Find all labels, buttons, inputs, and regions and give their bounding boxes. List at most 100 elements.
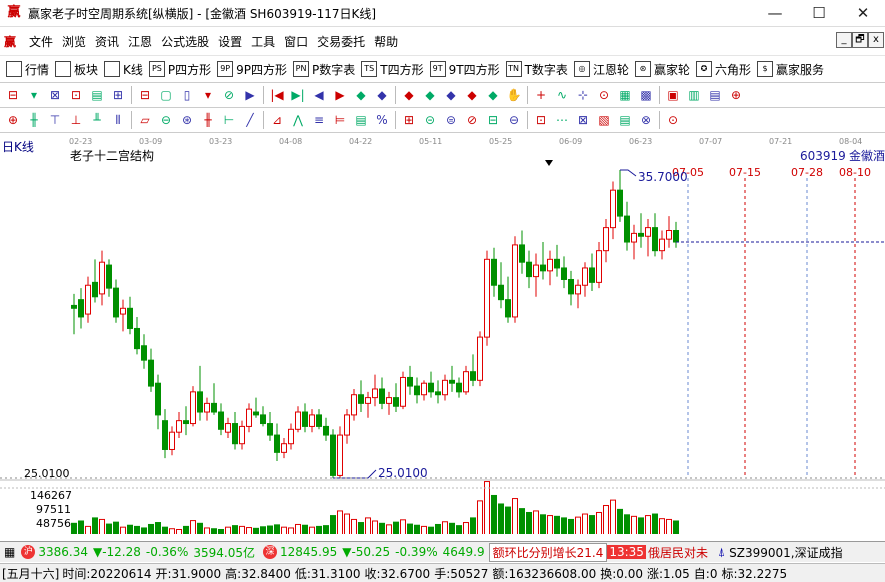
candle[interactable]	[323, 425, 329, 436]
toolbar3-tool-icon[interactable]: ⊠	[575, 112, 591, 128]
candle[interactable]	[449, 379, 455, 384]
candle[interactable]	[407, 376, 413, 387]
toolbar2-tool-icon[interactable]: ⊕	[728, 87, 744, 103]
candle[interactable]	[547, 258, 553, 272]
toolbar2-tool-icon[interactable]: ◆	[401, 87, 417, 103]
candle[interactable]	[211, 402, 217, 413]
toolbar3-tool-icon[interactable]: ⊢	[221, 112, 237, 128]
candle[interactable]	[127, 307, 133, 329]
candle[interactable]	[582, 267, 588, 286]
toolbar3-tool-icon[interactable]: ⊤	[47, 112, 63, 128]
toolbar2-tool-icon[interactable]: ◆	[353, 87, 369, 103]
toolbar2-tool-icon[interactable]: ▦	[617, 87, 633, 103]
candle[interactable]	[561, 267, 567, 280]
candle[interactable]	[540, 264, 546, 272]
candle[interactable]	[673, 230, 679, 243]
toolbar2-tool-icon[interactable]: ✋	[506, 87, 522, 103]
news-ticker-2[interactable]: 俄居民对未	[648, 544, 708, 561]
candle[interactable]	[204, 402, 210, 413]
toolbar-button-7[interactable]: 9T 9T四方形	[429, 61, 500, 78]
toolbar3-tool-icon[interactable]: ╱	[242, 112, 258, 128]
toolbar2-tool-icon[interactable]: ∿	[554, 87, 570, 103]
toolbar2-tool-icon[interactable]: ⊙	[596, 87, 612, 103]
toolbar3-tool-icon[interactable]: ≡	[311, 112, 327, 128]
toolbar2-tool-icon[interactable]: ⊡	[68, 87, 84, 103]
candle[interactable]	[260, 414, 266, 425]
toolbar2-tool-icon[interactable]: ▢	[158, 87, 174, 103]
candle[interactable]	[512, 244, 518, 318]
candle[interactable]	[617, 189, 623, 217]
candle[interactable]	[575, 284, 581, 295]
candle[interactable]	[589, 267, 595, 283]
candle[interactable]	[267, 423, 273, 436]
toolbar2-tool-icon[interactable]: ▾	[200, 87, 216, 103]
toolbar3-tool-icon[interactable]: ▱	[137, 112, 153, 128]
candle[interactable]	[337, 434, 343, 476]
toolbar3-tool-icon[interactable]: %	[374, 112, 390, 128]
candle[interactable]	[295, 411, 301, 430]
candle[interactable]	[106, 264, 112, 289]
candle[interactable]	[113, 287, 119, 318]
candle[interactable]	[652, 227, 658, 252]
toolbar2-tool-icon[interactable]: +	[533, 87, 549, 103]
toolbar-button-0[interactable]: 行情	[6, 61, 49, 78]
toolbar2-tool-icon[interactable]: ⊞	[110, 87, 126, 103]
maximize-button[interactable]: ☐	[797, 0, 841, 26]
candle[interactable]	[372, 388, 378, 399]
candle[interactable]	[162, 420, 168, 450]
candle[interactable]	[148, 359, 154, 387]
toolbar2-tool-icon[interactable]: ◆	[374, 87, 390, 103]
menu-gann[interactable]: 江恩	[128, 33, 152, 50]
toolbar2-tool-icon[interactable]: ▾	[26, 87, 42, 103]
toolbar-button-1[interactable]: 板块	[55, 61, 98, 78]
toolbar-button-2[interactable]: K线	[104, 61, 143, 78]
toolbar3-tool-icon[interactable]: ⊖	[506, 112, 522, 128]
candle[interactable]	[316, 414, 322, 427]
candle[interactable]	[239, 425, 245, 445]
toolbar2-tool-icon[interactable]: ▯	[179, 87, 195, 103]
candle[interactable]	[330, 434, 336, 476]
toolbar2-tool-icon[interactable]: ◆	[443, 87, 459, 103]
toolbar2-tool-icon[interactable]: ⊟	[5, 87, 21, 103]
toolbar2-tool-icon[interactable]: ▶	[242, 87, 258, 103]
toolbar-button-6[interactable]: TS T四方形	[361, 61, 424, 78]
candle[interactable]	[484, 258, 490, 338]
toolbar3-tool-icon[interactable]: ⊕	[5, 112, 21, 128]
menu-help[interactable]: 帮助	[374, 33, 398, 50]
candle[interactable]	[491, 258, 497, 286]
toolbar3-tool-icon[interactable]: ⊟	[485, 112, 501, 128]
candle[interactable]	[134, 327, 140, 350]
toolbar3-tool-icon[interactable]: ⊝	[422, 112, 438, 128]
toolbar-button-5[interactable]: PN P数字表	[293, 61, 355, 78]
menu-info[interactable]: 资讯	[95, 33, 119, 50]
toolbar3-tool-icon[interactable]: ╫	[26, 112, 42, 128]
candle[interactable]	[197, 391, 203, 413]
candle[interactable]	[155, 382, 161, 416]
candle[interactable]	[638, 232, 644, 237]
toolbar3-tool-icon[interactable]: ⊞	[401, 112, 417, 128]
sz-code-label[interactable]: SZ399001,深证成指	[729, 544, 842, 561]
toolbar3-tool-icon[interactable]: ╨	[89, 112, 105, 128]
candle[interactable]	[225, 423, 231, 433]
candle[interactable]	[463, 371, 469, 393]
menu-trade[interactable]: 交易委托	[317, 33, 365, 50]
toolbar2-tool-icon[interactable]: ▤	[707, 87, 723, 103]
candle[interactable]	[435, 391, 441, 396]
toolbar2-tool-icon[interactable]: ▥	[686, 87, 702, 103]
sh-index-value[interactable]: 3386.34	[38, 545, 88, 559]
candle[interactable]	[505, 299, 511, 318]
candle[interactable]	[358, 394, 364, 404]
toolbar-button-11[interactable]: ✪ 六角形	[695, 61, 751, 78]
toolbar3-tool-icon[interactable]: ╫	[200, 112, 216, 128]
candle[interactable]	[141, 345, 147, 361]
candle[interactable]	[386, 397, 392, 404]
menu-formula[interactable]: 公式选股	[161, 33, 209, 50]
candle[interactable]	[414, 385, 420, 396]
menu-window[interactable]: 窗口	[284, 33, 308, 50]
toolbar3-tool-icon[interactable]: ⊛	[179, 112, 195, 128]
candle[interactable]	[246, 408, 252, 427]
candle[interactable]	[659, 238, 665, 252]
candle[interactable]	[393, 397, 399, 407]
candle[interactable]	[92, 281, 98, 298]
candle[interactable]	[281, 443, 287, 453]
